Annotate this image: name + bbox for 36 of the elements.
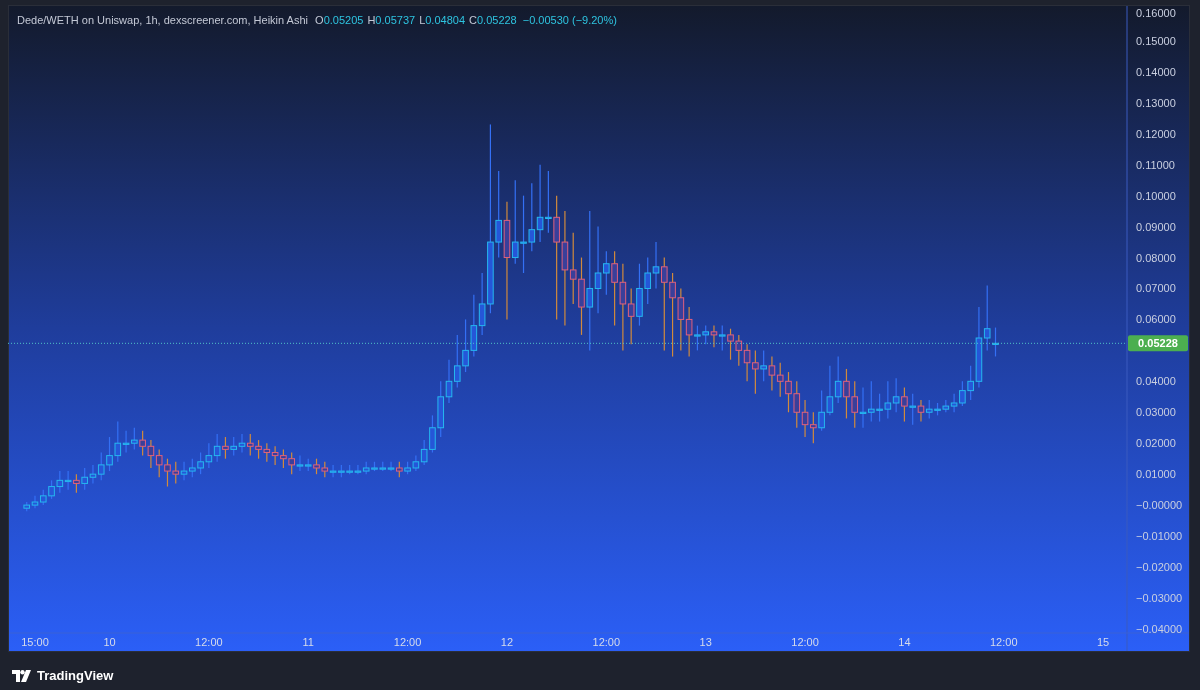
time-axis-label: 12:00 [592, 636, 621, 648]
time-axis-label: 12:00 [195, 636, 223, 648]
price-axis-label: 0.01000 [1136, 468, 1176, 481]
price-axis-label: −0.00000 [1136, 499, 1183, 512]
time-axis-label: 11 [302, 636, 314, 648]
brand-name: TradingView [37, 667, 114, 685]
price-axis-label: 0.16000 [1136, 7, 1176, 19]
time-axis-label: 15 [1097, 636, 1110, 648]
chart-legend: Dede/WETH on Uniswap, 1h, dexscreener.com, Heikin Ashi O0.05205 H0.05737 L0.04804 C0.05228 −0.00530 (−9.20%) [17, 14, 617, 26]
price-axis-label: −0.03000 [1136, 591, 1183, 604]
time-axis-label: 12:00 [791, 636, 819, 648]
time-axis-label: 13 [699, 636, 712, 648]
time-axis-label: 10 [103, 636, 116, 648]
price-axis-label: 0.13000 [1136, 96, 1176, 109]
price-axis-label: 0.03000 [1136, 406, 1176, 419]
price-axis-label: 0.15000 [1136, 34, 1176, 47]
price-axis-label: 0.11000 [1136, 158, 1175, 171]
price-axis-label: −0.02000 [1136, 561, 1183, 573]
time-axis-label: 15:00 [21, 636, 49, 648]
price-axis-label: 0.14000 [1136, 65, 1176, 78]
time-axis-label: 12 [500, 636, 514, 648]
price-axis-label: 0.02000 [1136, 437, 1176, 450]
price-axis-label: 0.04000 [1136, 375, 1176, 388]
price-axis-label: 0.08000 [1136, 251, 1176, 264]
time-axis-label: 12:00 [990, 636, 1018, 648]
time-axis-label: 12:00 [393, 636, 422, 648]
price-axis-label: 0.09000 [1136, 220, 1176, 233]
price-axis-label: 0.06000 [1136, 313, 1176, 326]
price-axis-label: 0.10000 [1136, 189, 1176, 202]
price-axis-label: −0.04000 [1136, 622, 1183, 635]
logo-icon [12, 669, 32, 682]
price-label: 0.05228 [1128, 335, 1188, 352]
price-axis-label: 0.12000 [1136, 127, 1176, 140]
price-axis-label: 0.07000 [1136, 282, 1176, 295]
time-axis-label: 14 [898, 636, 911, 648]
price-axis-label: −0.01000 [1136, 530, 1183, 543]
